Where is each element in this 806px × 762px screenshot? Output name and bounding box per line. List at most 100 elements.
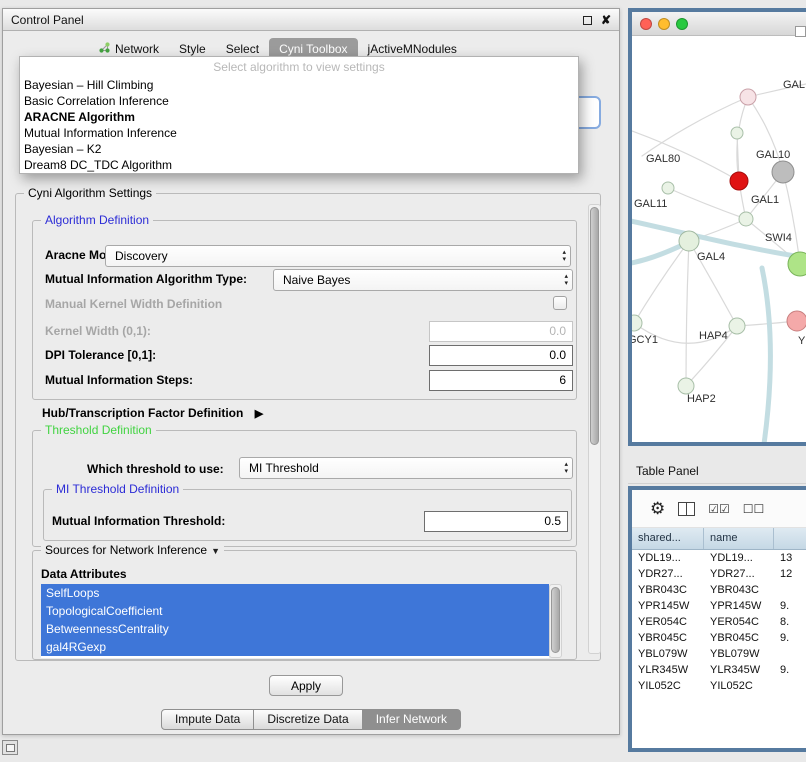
control-panel-titlebar[interactable]: Control Panel ✘ [3, 9, 619, 31]
table-row[interactable]: YDR27...YDR27...12 [632, 566, 806, 582]
attribute-item-topologicalcoefficient[interactable]: TopologicalCoefficient [41, 602, 549, 620]
attribute-item-betweennesscentrality[interactable]: BetweennessCentrality [41, 620, 549, 638]
scrollbar-thumb[interactable] [590, 207, 599, 445]
algorithm-option-mutual-information-inference[interactable]: Mutual Information Inference [20, 125, 578, 141]
node-label: GAL4 [697, 251, 725, 263]
close-light[interactable] [640, 18, 652, 30]
cell: YBR045C [632, 630, 704, 646]
kernel-width-input[interactable]: 0.0 [429, 321, 573, 342]
cell: 12 [774, 566, 806, 582]
data-attributes-list: SelfLoopsTopologicalCoefficientBetweenne… [41, 584, 549, 658]
close-window-icon[interactable]: ✘ [601, 13, 611, 27]
tab-infer-network[interactable]: Infer Network [363, 709, 461, 730]
cell: YER054C [704, 614, 774, 630]
cell: YBR043C [632, 582, 704, 598]
algorithm-option-bayesian-k2[interactable]: Bayesian – K2 [20, 141, 578, 157]
network-node[interactable] [662, 182, 674, 194]
network-node[interactable] [730, 172, 748, 190]
settings-scrollbar[interactable] [588, 204, 601, 654]
tab-discretize-data[interactable]: Discretize Data [254, 709, 362, 730]
table-row[interactable]: YER054CYER054C8. [632, 614, 806, 630]
cell: YBL079W [632, 646, 704, 662]
mi-algorithm-type-value: Naive Bayes [283, 273, 350, 288]
network-canvas[interactable]: GALGAL80GAL10GAL11GAL1SWI4GAL4GCY1HAP4HA… [632, 36, 806, 442]
table-row[interactable]: YPR145WYPR145W9. [632, 598, 806, 614]
zoom-light[interactable] [676, 18, 688, 30]
network-window-titlebar[interactable] [632, 12, 806, 36]
table-row[interactable]: YBR045CYBR045C9. [632, 630, 806, 646]
mi-algorithm-type-select[interactable]: Naive Bayes ▴▾ [273, 269, 573, 291]
control-panel-title: Control Panel [11, 13, 84, 27]
aracne-mode-select[interactable]: Discovery ▴▾ [105, 245, 571, 267]
network-node[interactable] [632, 315, 642, 331]
network-icon [99, 42, 110, 56]
network-node[interactable] [740, 89, 756, 105]
algorithm-option-basic-correlation-inference[interactable]: Basic Correlation Inference [20, 93, 578, 109]
deselect-all-icon[interactable]: ☐☐ [743, 502, 765, 516]
table-row[interactable]: YBR043CYBR043C [632, 582, 806, 598]
tab-label: Network [115, 42, 159, 56]
mi-threshold-label: Mutual Information Threshold: [52, 514, 225, 529]
algorithm-option-aracne-algorithm[interactable]: ARACNE Algorithm [20, 109, 578, 125]
cell: YBL079W [704, 646, 774, 662]
birds-eye-toggle[interactable] [795, 26, 806, 37]
minimized-panel-icon[interactable] [2, 740, 18, 755]
mi-threshold-input[interactable]: 0.5 [424, 511, 568, 532]
mi-steps-input[interactable]: 6 [429, 370, 573, 391]
network-edge[interactable] [762, 268, 771, 442]
table-columns-icon[interactable] [678, 502, 695, 516]
table-body: YDL19...YDL19...13YDR27...YDR27...12YBR0… [632, 550, 806, 748]
network-node[interactable] [678, 378, 694, 394]
table-row[interactable]: YIL052CYIL052C [632, 678, 806, 694]
algorithm-definition-group: Algorithm Definition Aracne Mode: Discov… [32, 220, 577, 400]
manual-kernel-checkbox[interactable] [553, 296, 567, 310]
manual-kernel-label: Manual Kernel Width Definition [45, 297, 222, 312]
network-node[interactable] [739, 212, 753, 226]
expand-right-icon: ▶ [255, 408, 263, 420]
cell: 9. [774, 662, 806, 678]
attribute-item-selfloops[interactable]: SelfLoops [41, 584, 549, 602]
which-threshold-select[interactable]: MI Threshold ▴▾ [239, 457, 573, 479]
cell [774, 582, 806, 598]
algorithm-dropdown-popup: Select algorithm to view settings Bayesi… [19, 56, 579, 174]
cell: 8. [774, 614, 806, 630]
hub-definition-toggle[interactable]: Hub/Transcription Factor Definition ▶ [42, 406, 263, 420]
network-node[interactable] [729, 318, 745, 334]
column-header-shared[interactable]: shared... [632, 528, 704, 549]
network-edge[interactable] [783, 172, 800, 264]
float-window-icon[interactable] [583, 16, 592, 25]
table-row[interactable]: YBL079WYBL079W [632, 646, 806, 662]
network-edge[interactable] [668, 188, 746, 219]
algorithm-option-bayesian-hill-climbing[interactable]: Bayesian – Hill Climbing [20, 77, 578, 93]
cell: YPR145W [704, 598, 774, 614]
settings-group-title: Cyni Algorithm Settings [24, 186, 156, 201]
select-all-icon[interactable]: ☑☑ [708, 502, 730, 516]
network-node[interactable] [679, 231, 699, 251]
minimize-light[interactable] [658, 18, 670, 30]
network-node[interactable] [731, 127, 743, 139]
node-label: GAL1 [751, 194, 779, 206]
bottom-tab-bar: Impute DataDiscretize DataInfer Network [3, 709, 619, 730]
cell: 9. [774, 598, 806, 614]
network-node[interactable] [772, 161, 794, 183]
tab-impute-data[interactable]: Impute Data [161, 709, 254, 730]
table-row[interactable]: YDL19...YDL19...13 [632, 550, 806, 566]
apply-button[interactable]: Apply [269, 675, 343, 696]
attributes-list-scrollbar[interactable] [549, 584, 562, 658]
network-edge[interactable] [642, 97, 748, 156]
table-row[interactable]: YLR345WYLR345W9. [632, 662, 806, 678]
attribute-item-gal4rgexp[interactable]: gal4RGexp [41, 638, 549, 656]
column-header-2[interactable] [774, 528, 806, 549]
dpi-tolerance-input[interactable]: 0.0 [429, 345, 573, 366]
gear-icon[interactable]: ⚙ [650, 499, 665, 519]
data-attributes-label: Data Attributes [41, 567, 127, 582]
column-header-name[interactable]: name [704, 528, 774, 549]
scrollbar-thumb[interactable] [551, 587, 560, 653]
network-edge[interactable] [686, 241, 689, 386]
cell: YIL052C [632, 678, 704, 694]
network-node[interactable] [787, 311, 806, 331]
tab-label: Style [179, 42, 206, 56]
table-header: shared...name [632, 528, 806, 550]
algorithm-option-dream8-dc-tdc-algorithm[interactable]: Dream8 DC_TDC Algorithm [20, 157, 578, 173]
sources-group-title[interactable]: Sources for Network Inference▼ [41, 543, 224, 559]
